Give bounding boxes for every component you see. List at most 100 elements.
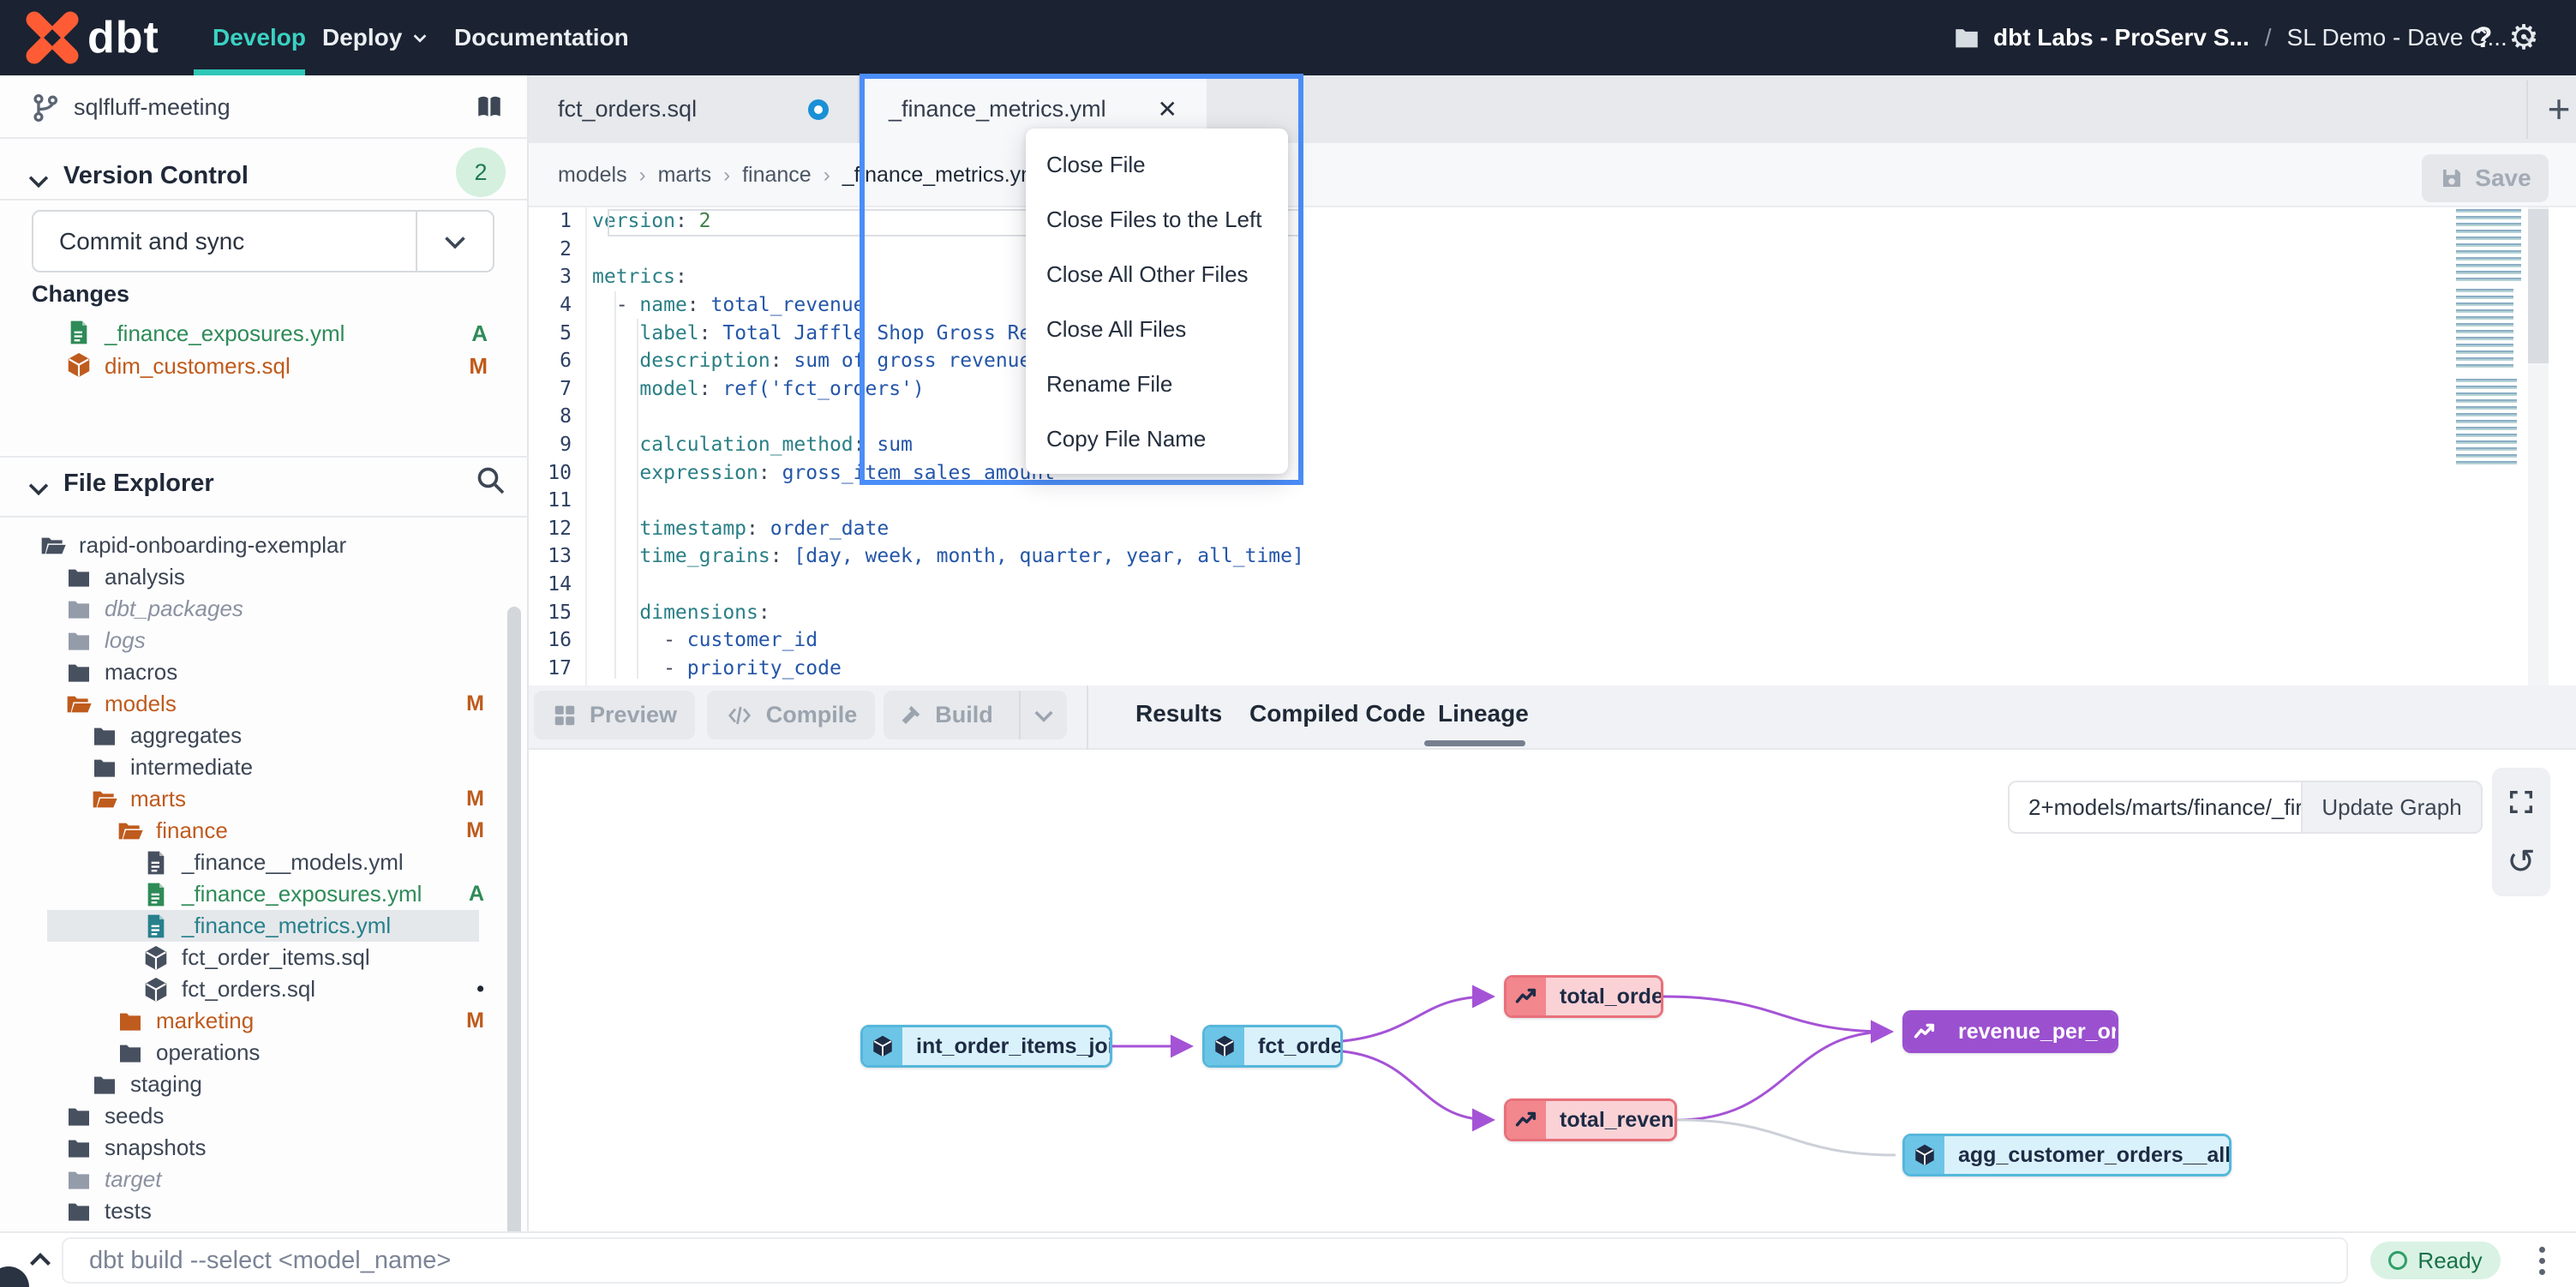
tree-item-fct-order-items-sql[interactable]: fct_order_items.sql <box>0 942 529 973</box>
active-tab-underline <box>1424 740 1525 746</box>
build-options-chevron[interactable] <box>1019 691 1067 739</box>
code-line[interactable]: 8 <box>529 403 2576 431</box>
line-number: 7 <box>529 378 572 400</box>
tree-item-finance[interactable]: financeM <box>0 815 529 847</box>
tab-results[interactable]: Results <box>1135 685 1222 742</box>
code-editor[interactable]: 1version: 223metrics:4 - name: total_rev… <box>529 207 2576 685</box>
code-line[interactable]: 3metrics: <box>529 263 2576 291</box>
dbt-logo[interactable]: dbt <box>26 12 223 63</box>
tree-item-rapid-onboarding-exemplar[interactable]: rapid-onboarding-exemplar <box>0 530 529 561</box>
reset-view-button[interactable]: ↺ <box>2492 836 2550 888</box>
menu-item-copy-file-name[interactable]: Copy File Name <box>1026 411 1288 466</box>
sidebar-scrollbar[interactable] <box>507 607 521 1287</box>
file-explorer-header[interactable]: File Explorer <box>63 470 214 498</box>
menu-item-close-file[interactable]: Close File <box>1026 137 1288 192</box>
menu-item-close-all-files[interactable]: Close All Files <box>1026 302 1288 356</box>
collapse-panel-button[interactable] <box>19 1242 62 1279</box>
tree-item-fct-orders-sql[interactable]: fct_orders.sql• <box>0 973 529 1005</box>
chevron-down-icon <box>440 226 470 257</box>
file-cube-icon <box>142 976 170 1003</box>
tree-item--finance-exposures-yml[interactable]: _finance_exposures.ymlA <box>0 878 529 910</box>
kebab-menu-button[interactable] <box>2525 1240 2559 1281</box>
commit-options-chevron[interactable] <box>416 212 493 271</box>
tree-item--finance-metrics-yml[interactable]: _finance_metrics.yml <box>0 910 529 942</box>
lineage-node-int_order_items_joined[interactable]: int_order_items_joined <box>860 1025 1112 1068</box>
tab-compiled-code[interactable]: Compiled Code <box>1249 685 1425 742</box>
tab-lineage[interactable]: Lineage <box>1438 685 1529 742</box>
code-line[interactable]: 11 <box>529 487 2576 515</box>
editor-scrollbar[interactable] <box>2528 209 2549 363</box>
tree-item-marts[interactable]: martsM <box>0 783 529 815</box>
search-icon[interactable] <box>473 463 507 497</box>
dbt-command-input[interactable]: dbt build --select <model_name> <box>62 1237 2348 1284</box>
code-line[interactable]: 5 label: Total Jaffle Shop Gross Re <box>529 319 2576 347</box>
chevron-down-icon[interactable] <box>24 474 53 503</box>
code-line[interactable]: 9 calculation_method: sum <box>529 431 2576 459</box>
tree-item-models[interactable]: modelsM <box>0 688 529 720</box>
build-button[interactable]: Build <box>884 691 1007 739</box>
save-button[interactable]: Save <box>2422 154 2549 202</box>
book-icon[interactable] <box>473 93 506 122</box>
tree-item-marketing[interactable]: marketingM <box>0 1005 529 1037</box>
tree-item-target[interactable]: target <box>0 1164 529 1195</box>
compile-button[interactable]: Compile <box>707 691 875 739</box>
code-line[interactable]: 14 <box>529 571 2576 599</box>
breadcrumb-item[interactable]: finance <box>742 163 812 188</box>
code-line[interactable]: 6 description: sum of gross revenue <box>529 347 2576 375</box>
code-line[interactable]: 12 timestamp: order_date <box>529 515 2576 543</box>
fullscreen-button[interactable] <box>2492 776 2550 828</box>
update-graph-button[interactable]: Update Graph <box>2303 781 2483 834</box>
chevron-down-icon[interactable] <box>24 166 53 195</box>
preview-button[interactable]: Preview <box>534 691 695 739</box>
settings-gear-button[interactable]: ⚙ <box>2502 0 2545 75</box>
lineage-node-agg_customer_orders__all_time[interactable]: agg_customer_orders__all_time <box>1902 1134 2232 1176</box>
code-line[interactable]: 13 time_grains: [day, week, month, quart… <box>529 542 2576 571</box>
lineage-node-total_revenue[interactable]: total_revenue <box>1504 1098 1677 1141</box>
commit-and-sync-button[interactable]: Commit and sync <box>32 210 494 272</box>
menu-item-rename-file[interactable]: Rename File <box>1026 356 1288 411</box>
menu-item-close-all-other-files[interactable]: Close All Other Files <box>1026 247 1288 302</box>
tree-item-logs[interactable]: logs <box>0 625 529 656</box>
tab-fct-orders-sql[interactable]: fct_orders.sql <box>529 75 860 143</box>
git-branch-icon <box>31 93 62 123</box>
tree-item-seeds[interactable]: seeds <box>0 1100 529 1132</box>
tree-item-aggregates[interactable]: aggregates <box>0 720 529 751</box>
nav-develop[interactable]: Develop <box>213 0 306 75</box>
code-line[interactable]: 17 - priority_code <box>529 655 2576 683</box>
nav-deploy[interactable]: Deploy <box>322 0 429 75</box>
code-line[interactable]: 15 dimensions: <box>529 598 2576 626</box>
tree-item-staging[interactable]: staging <box>0 1069 529 1100</box>
code-line[interactable]: 10 expression: gross_item_sales_amount <box>529 458 2576 487</box>
code-line[interactable]: 2 <box>529 236 2576 264</box>
breadcrumb-item[interactable]: marts <box>658 163 712 188</box>
help-button[interactable]: ? <box>2465 0 2502 75</box>
code-line[interactable]: 16 - customer_id <box>529 626 2576 655</box>
tree-item-label: staging <box>130 1071 202 1098</box>
nav-documentation[interactable]: Documentation <box>454 0 629 75</box>
code-minimap[interactable] <box>2456 209 2521 482</box>
menu-item-close-files-to-the-left[interactable]: Close Files to the Left <box>1026 192 1288 247</box>
tree-item--finance-models-yml[interactable]: _finance__models.yml <box>0 847 529 878</box>
lineage-node-revenue_per_order[interactable]: revenue_per_order <box>1902 1010 2118 1053</box>
change-row[interactable]: dim_customers.sqlM <box>0 350 529 382</box>
line-number: 13 <box>529 545 572 567</box>
tree-item-macros[interactable]: macros <box>0 656 529 688</box>
tree-item-intermediate[interactable]: intermediate <box>0 751 529 783</box>
code-line[interactable]: 4 - name: total_revenue <box>529 291 2576 320</box>
git-branch-row[interactable]: sqlfluff-meeting <box>0 75 529 137</box>
new-tab-button[interactable]: + <box>2534 82 2576 135</box>
tree-item-operations[interactable]: operations <box>0 1037 529 1069</box>
version-control-header[interactable]: Version Control <box>63 162 249 190</box>
change-row[interactable]: _finance_exposures.ymlA <box>0 317 529 350</box>
lineage-node-total_orders[interactable]: total_orders <box>1504 975 1663 1018</box>
code-line[interactable]: 7 model: ref('fct_orders') <box>529 375 2576 404</box>
lineage-node-fct_orders[interactable]: fct_orders <box>1202 1025 1343 1068</box>
folder-open-icon <box>65 691 93 718</box>
tree-item-dbt-packages[interactable]: dbt_packages <box>0 593 529 625</box>
project-switcher[interactable]: dbt Labs - ProServ S... / SL Demo - Dave… <box>1952 0 2538 75</box>
lineage-filter-input[interactable]: 2+models/marts/finance/_fir <box>2008 781 2303 834</box>
breadcrumb-item[interactable]: models <box>558 163 627 188</box>
tree-item-tests[interactable]: tests <box>0 1195 529 1227</box>
tree-item-snapshots[interactable]: snapshots <box>0 1132 529 1164</box>
tree-item-analysis[interactable]: analysis <box>0 561 529 593</box>
